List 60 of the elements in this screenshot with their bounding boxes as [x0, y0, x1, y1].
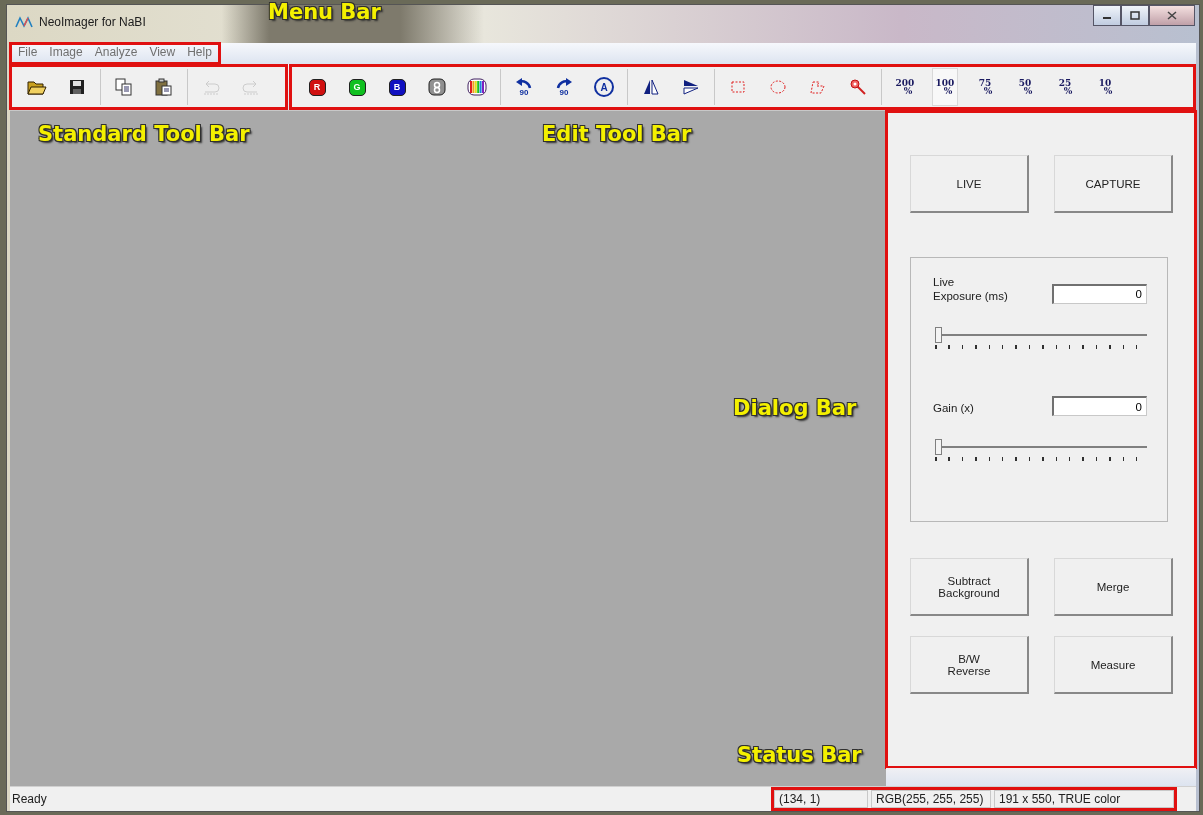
menu-item[interactable]: View: [143, 43, 182, 64]
slider[interactable]: [933, 325, 1147, 350]
channel-button[interactable]: B: [388, 78, 406, 96]
zoom-button[interactable]: 10 %: [1092, 69, 1118, 105]
annotation-label: Menu Bar: [268, 0, 381, 24]
annotation-label: Edit Tool Bar: [542, 122, 692, 146]
open-button[interactable]: [27, 78, 47, 96]
annotation-label: Dialog Bar: [733, 396, 857, 420]
dialog-button[interactable]: Subtract Background: [910, 558, 1029, 616]
copy-icon: [115, 78, 133, 96]
flip-vertical-icon[interactable]: [682, 78, 700, 96]
close-icon: [1167, 11, 1177, 20]
grayscale-icon[interactable]: [428, 78, 446, 96]
ellipse-select-icon[interactable]: [769, 79, 787, 95]
zoom-button[interactable]: 100 %: [932, 68, 958, 106]
menu-item[interactable]: File: [12, 43, 44, 64]
dialog-button[interactable]: Measure: [1054, 636, 1173, 694]
menu-item[interactable]: Analyze: [88, 43, 144, 64]
minimize-button[interactable]: [1093, 5, 1121, 26]
zoom-button[interactable]: 50 %: [1012, 69, 1038, 105]
zoom-button[interactable]: 25 %: [1052, 69, 1078, 105]
status-pane: RGB(255, 255, 255): [871, 790, 991, 808]
dialog-button[interactable]: Merge: [1054, 558, 1173, 616]
status-message: Ready: [12, 792, 47, 806]
auto-rotate-button[interactable]: A: [594, 77, 614, 97]
annotation-label: Standard Tool Bar: [38, 122, 250, 146]
dialog-button[interactable]: B/W Reverse: [910, 636, 1029, 694]
channel-button[interactable]: R: [308, 78, 326, 96]
zoom-button[interactable]: 200 %: [892, 69, 918, 105]
input-field[interactable]: 0: [1052, 396, 1147, 416]
freeform-select-icon[interactable]: [809, 79, 827, 95]
input-field[interactable]: 0: [1052, 283, 1147, 304]
redo-icon: [241, 79, 261, 95]
slider[interactable]: [933, 438, 1147, 462]
dialog-button[interactable]: CAPTURE: [1054, 155, 1173, 213]
maximize-button[interactable]: [1121, 5, 1149, 26]
app-logo-icon: [15, 16, 33, 28]
clipboard-icon: [155, 78, 173, 96]
zoom-button[interactable]: 75 %: [972, 69, 998, 105]
rotate-left-button[interactable]: 90: [515, 77, 533, 97]
color-bars-icon[interactable]: [467, 78, 487, 96]
window-title: NeoImager for NaBI: [39, 15, 146, 29]
menu-item[interactable]: Image: [43, 43, 89, 64]
paste-button[interactable]: [155, 78, 173, 96]
status-pane: (134, 1): [774, 790, 868, 808]
menu-item[interactable]: Help: [181, 43, 218, 64]
save-button[interactable]: [69, 79, 85, 95]
magic-wand-icon[interactable]: [849, 78, 867, 96]
flip-horizontal-icon[interactable]: [642, 78, 660, 96]
annotation-label: Status Bar: [737, 743, 862, 767]
status-pane: 191 x 550, TRUE color: [994, 790, 1174, 808]
maximize-icon: [1130, 11, 1140, 20]
dialog-button[interactable]: LIVE: [910, 155, 1029, 213]
folder-icon: [27, 78, 47, 96]
field-label: Gain (x): [933, 402, 974, 416]
copy-button[interactable]: [115, 78, 133, 96]
field-label: Live Exposure (ms): [933, 276, 1008, 304]
rotate-right-button[interactable]: 90: [555, 77, 573, 97]
close-button[interactable]: [1149, 5, 1195, 26]
undo-icon: [201, 79, 221, 95]
